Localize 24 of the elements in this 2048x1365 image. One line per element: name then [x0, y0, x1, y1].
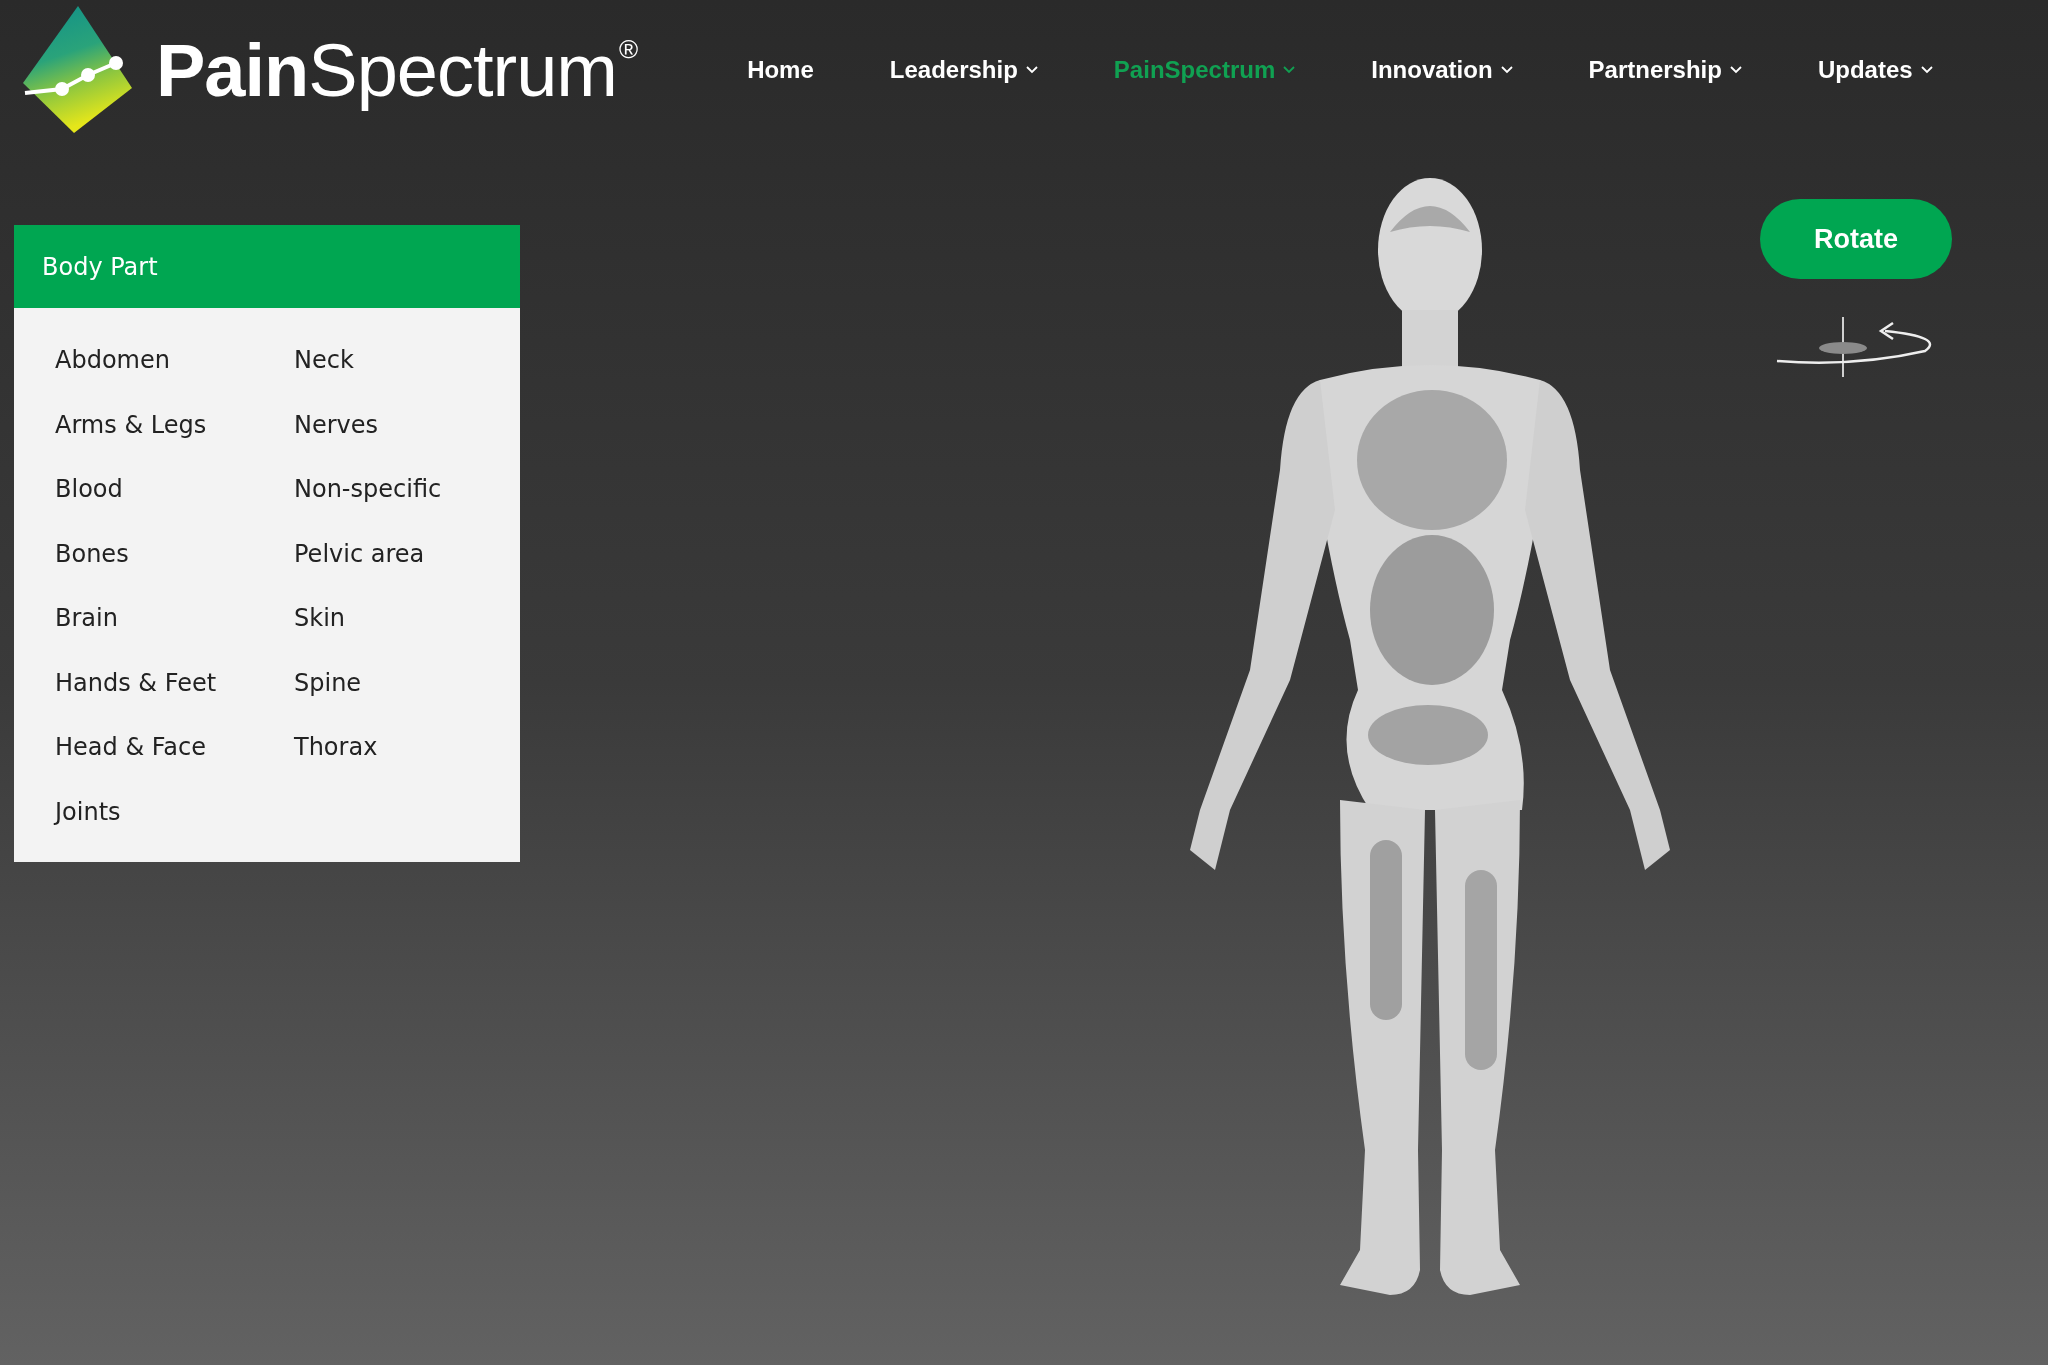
body-part-link[interactable]: Neck [294, 346, 354, 375]
body-part-link[interactable]: Joints [55, 797, 121, 826]
nav-link[interactable]: Partnership [1588, 56, 1742, 84]
brand-name: PainSpectrum$^{®}$ [156, 27, 638, 113]
body-part-link[interactable]: Bones [55, 539, 129, 568]
nav-link[interactable]: Updates [1817, 56, 1933, 84]
body-part-link[interactable]: Nerves [294, 410, 379, 439]
body-part-link[interactable]: Spine [294, 668, 362, 697]
body-part-link[interactable]: Abdomen [55, 346, 170, 375]
body-part-link[interactable]: Skin [294, 604, 345, 633]
body-part-link[interactable]: Hands & Feet [55, 668, 217, 697]
body-part-link[interactable]: Non-specific [294, 475, 442, 504]
logo-icon [22, 5, 134, 135]
nav-link[interactable]: Leadership [889, 56, 1038, 84]
body-part-link[interactable]: Arms & Legs [55, 410, 207, 439]
body-part-link[interactable]: Brain [55, 604, 118, 633]
nav-link[interactable]: PainSpectrum [1113, 56, 1296, 84]
body-part-link[interactable]: Thorax [294, 733, 378, 762]
nav-link[interactable]: Innovation [1371, 56, 1513, 84]
body-part-link[interactable]: Pelvic area [294, 539, 425, 568]
panel-title: Body Part [14, 225, 520, 308]
body-part-link[interactable]: Head & Face [55, 733, 206, 762]
nav-link[interactable]: Home [747, 56, 814, 84]
body-part-link[interactable]: Blood [55, 475, 123, 504]
